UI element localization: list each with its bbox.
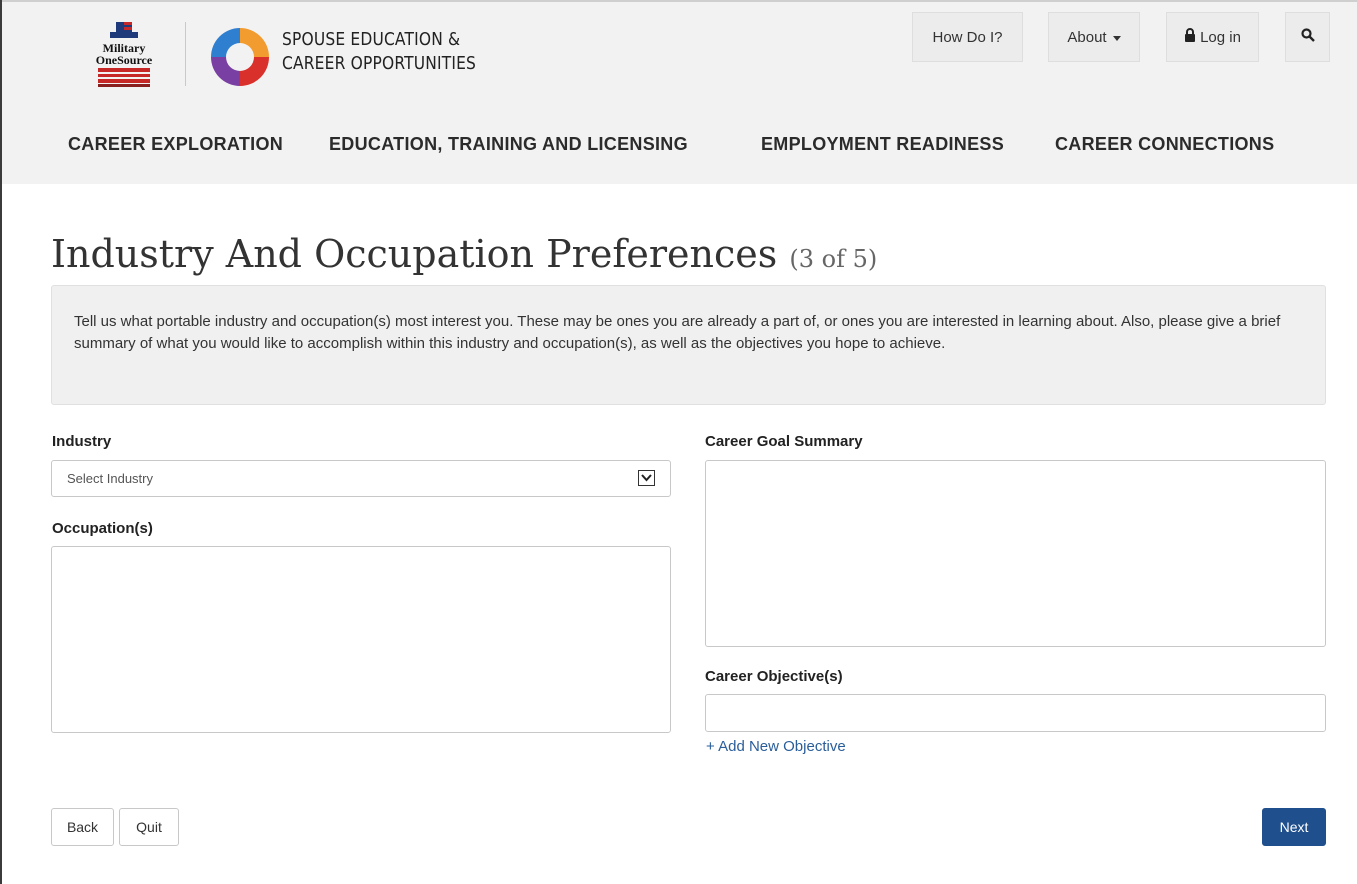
back-label: Back bbox=[66, 819, 99, 835]
top-bar: Military OneSource SPOUSE EDUCATION & CA… bbox=[2, 2, 1357, 104]
about-label: About bbox=[1067, 28, 1107, 46]
military-onesource-logo[interactable]: Military OneSource bbox=[82, 18, 166, 90]
step-indicator: (3 of 5) bbox=[789, 245, 878, 273]
lock-icon bbox=[1184, 28, 1196, 46]
how-do-i-button[interactable]: How Do I? bbox=[912, 12, 1023, 62]
about-dropdown[interactable]: About bbox=[1048, 12, 1140, 62]
career-objective-label: Career Objective(s) bbox=[705, 668, 843, 685]
career-goal-summary-label: Career Goal Summary bbox=[705, 433, 863, 450]
military-onesource-logo-line2: OneSource bbox=[96, 53, 153, 67]
nav-employment-readiness[interactable]: EMPLOYMENT READINESS bbox=[761, 134, 1004, 155]
page-title: Industry And Occupation Preferences (3 o… bbox=[51, 232, 877, 276]
next-button[interactable]: Next bbox=[1262, 808, 1326, 846]
career-objective-field[interactable] bbox=[705, 694, 1326, 732]
seco-logo-icon[interactable] bbox=[204, 24, 276, 90]
login-label: Log in bbox=[1200, 28, 1241, 46]
how-do-i-label: How Do I? bbox=[932, 28, 1003, 46]
quit-label: Quit bbox=[136, 819, 162, 835]
chevron-down-icon bbox=[1112, 35, 1121, 41]
page-title-text: Industry And Occupation Preferences bbox=[51, 232, 778, 276]
next-label: Next bbox=[1279, 819, 1309, 835]
logo-divider bbox=[185, 22, 186, 86]
career-goal-summary-field[interactable] bbox=[705, 460, 1326, 647]
main-navigation: CAREER EXPLORATION EDUCATION, TRAINING A… bbox=[2, 104, 1357, 184]
nav-career-exploration[interactable]: CAREER EXPLORATION bbox=[68, 134, 283, 155]
search-icon bbox=[1300, 28, 1315, 46]
nav-education-training-licensing[interactable]: EDUCATION, TRAINING AND LICENSING bbox=[329, 134, 688, 155]
instructions-text: Tell us what portable industry and occup… bbox=[74, 313, 1281, 352]
industry-select[interactable]: Select Industry bbox=[51, 460, 671, 497]
seco-logo-line1: SPOUSE EDUCATION & bbox=[282, 29, 461, 50]
add-new-objective-link[interactable]: + Add New Objective bbox=[706, 738, 846, 755]
industry-label: Industry bbox=[52, 433, 112, 450]
seco-logo-line2: CAREER OPPORTUNITIES bbox=[282, 53, 477, 74]
chevron-down-icon[interactable] bbox=[638, 470, 655, 486]
instructions-box: Tell us what portable industry and occup… bbox=[51, 285, 1326, 405]
seco-logo-text[interactable]: SPOUSE EDUCATION & CAREER OPPORTUNITIES bbox=[282, 28, 476, 76]
search-button[interactable] bbox=[1285, 12, 1330, 62]
industry-select-value: Select Industry bbox=[67, 471, 153, 486]
occupation-field[interactable] bbox=[51, 546, 671, 733]
nav-career-connections[interactable]: CAREER CONNECTIONS bbox=[1055, 134, 1274, 155]
quit-button[interactable]: Quit bbox=[119, 808, 179, 846]
back-button[interactable]: Back bbox=[51, 808, 114, 846]
login-button[interactable]: Log in bbox=[1166, 12, 1259, 62]
occupation-label: Occupation(s) bbox=[52, 520, 153, 537]
